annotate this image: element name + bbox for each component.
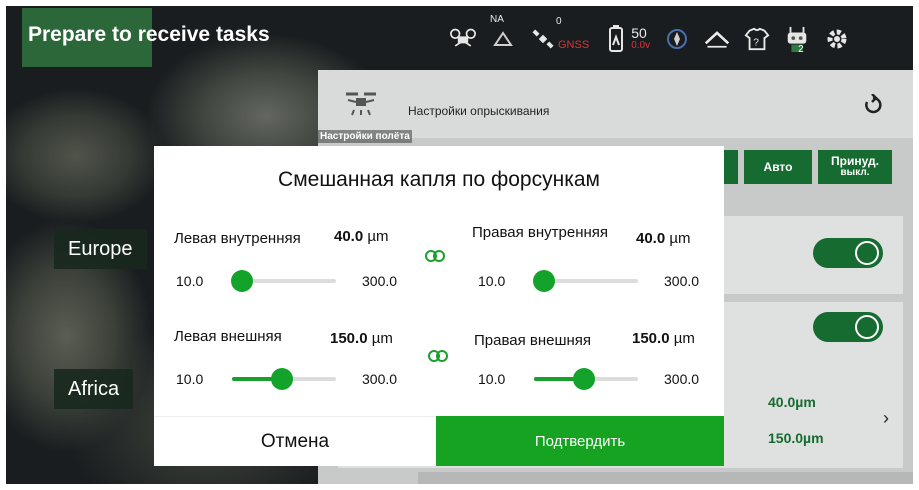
gear-icon <box>824 26 850 52</box>
battery-status[interactable]: 50 0.0v <box>603 25 651 52</box>
rtk-label: NA <box>490 14 504 25</box>
dialog-title: Смешанная капля по форсункам <box>278 168 600 191</box>
compass-status[interactable] <box>664 26 690 52</box>
left-outer-slider[interactable] <box>232 368 336 390</box>
terrain-follow-icon <box>704 26 730 52</box>
force-off-line2: выкл. <box>840 167 870 178</box>
satellite-icon <box>530 26 556 52</box>
left-inner-label: Левая внутренняя <box>174 230 301 247</box>
slider-thumb[interactable] <box>533 270 556 292</box>
shirt-question-icon: ? <box>744 26 770 52</box>
status-bar: NA 0 GNSS 50 0.0v ? 2 <box>436 6 913 72</box>
setting-toggle-1[interactable] <box>813 238 883 268</box>
gnss-count: 0 <box>556 16 562 27</box>
force-off-button[interactable]: Принуд. выкл. <box>818 150 892 184</box>
right-outer-min: 10.0 <box>478 371 506 387</box>
battery-voltage: 0.0v <box>631 40 651 51</box>
link-icon-inner[interactable] <box>425 249 445 267</box>
right-inner-value: 40.0 µm <box>636 230 691 247</box>
drone-sprayer-icon <box>344 90 378 121</box>
left-inner-min: 10.0 <box>176 273 204 289</box>
left-outer-min: 10.0 <box>176 371 204 387</box>
gnss-status[interactable]: 0 GNSS <box>530 16 590 52</box>
panel-bottom-bar <box>418 472 913 484</box>
rtk-antenna-icon <box>490 26 516 52</box>
remote-badge: 2 <box>798 44 804 55</box>
left-inner-value: 40.0 µm <box>334 228 389 245</box>
chevron-right-icon[interactable]: › <box>883 408 889 429</box>
slider-thumb[interactable] <box>270 368 293 390</box>
left-outer-label: Левая внешняя <box>174 328 282 345</box>
task-status-text: Prepare to receive tasks <box>28 23 270 46</box>
slider-thumb[interactable] <box>572 368 595 390</box>
right-inner-max: 300.0 <box>664 273 700 289</box>
confirm-button[interactable]: Подтвердить <box>436 416 724 466</box>
drone-status[interactable] <box>450 26 476 52</box>
right-outer-max: 300.0 <box>664 371 700 387</box>
summary-outer-value: 150.0µm <box>768 430 824 446</box>
map-label-africa: Africa <box>54 369 134 409</box>
mixed-droplet-dialog: Смешанная капля по форсункам Левая внутр… <box>154 146 724 466</box>
gnss-label: GNSS <box>558 39 590 51</box>
cancel-button[interactable]: Отмена <box>154 416 436 466</box>
setting-toggle-2[interactable] <box>813 312 883 342</box>
svg-text:?: ? <box>753 38 759 49</box>
app-screen: Prepare to receive tasks NA 0 GNSS 50 0.… <box>6 6 913 484</box>
toggle-knob <box>855 315 879 339</box>
auto-button[interactable]: Авто <box>744 150 812 184</box>
remote-controller-icon <box>784 26 810 52</box>
settings-status[interactable] <box>824 26 850 52</box>
battery-percent: 50 <box>631 25 647 41</box>
right-outer-slider[interactable] <box>534 368 638 390</box>
remote-status[interactable]: 2 <box>784 26 810 55</box>
left-outer-value: 150.0 µm <box>330 330 393 347</box>
drone-icon <box>450 26 476 52</box>
link-icon-outer[interactable] <box>428 349 448 367</box>
force-off-line1: Принуд. <box>831 154 879 168</box>
map-label-europe: Europe <box>54 229 147 269</box>
refresh-icon[interactable] <box>863 93 883 121</box>
summary-inner-value: 40.0µm <box>768 394 816 410</box>
uniform-status[interactable]: ? <box>744 26 770 52</box>
right-inner-label: Правая внутренняя <box>472 224 609 241</box>
right-outer-label: Правая внешняя <box>474 332 592 349</box>
right-inner-min: 10.0 <box>478 273 506 289</box>
tab-flight-settings[interactable]: Настройки полёта <box>318 130 412 143</box>
right-inner-slider[interactable] <box>533 270 638 292</box>
rtk-status[interactable]: NA <box>490 14 516 52</box>
left-outer-max: 300.0 <box>362 371 398 387</box>
left-inner-slider[interactable] <box>231 270 336 292</box>
compass-icon <box>664 26 690 52</box>
left-inner-max: 300.0 <box>362 273 398 289</box>
panel-title: Настройки опрыскивания <box>408 104 550 118</box>
battery-icon <box>603 25 629 52</box>
toggle-knob <box>855 241 879 265</box>
terrain-status[interactable] <box>704 26 730 52</box>
panel-header: Настройки опрыскивания Настройки полёта <box>318 70 913 143</box>
slider-thumb[interactable] <box>231 270 254 292</box>
right-outer-value: 150.0 µm <box>632 330 695 347</box>
